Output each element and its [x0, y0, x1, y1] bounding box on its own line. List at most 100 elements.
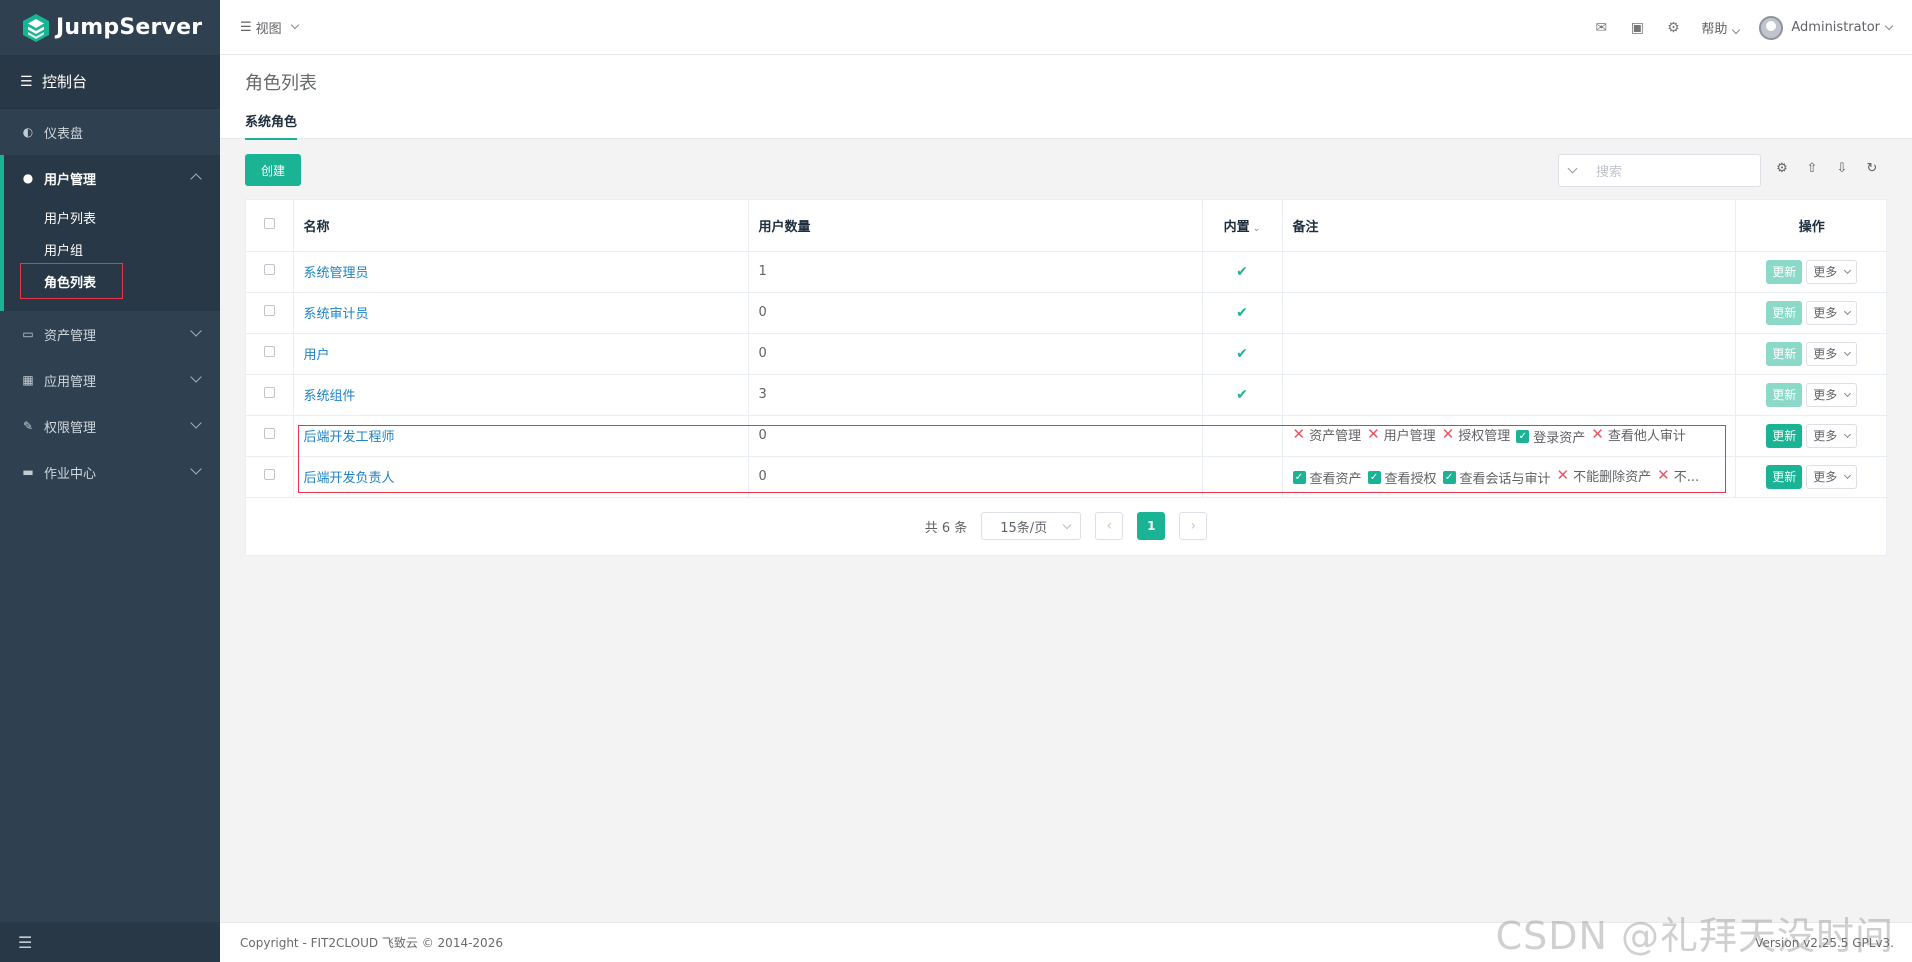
watermark: CSDN @礼拜天没时间 [1495, 914, 1894, 958]
download-icon[interactable]: ⇩ [1834, 160, 1850, 176]
sidebar-item-user-management[interactable]: ● 用户管理 [4, 155, 220, 201]
highlight-box-role-list [20, 263, 123, 299]
role-name-cell: 系统审计员 [293, 292, 749, 334]
role-name-cell: 用户 [293, 333, 749, 375]
table-row: 系统审计员 0 ✔ 更新 更多 [246, 292, 1888, 334]
more-label: 更多 [1813, 347, 1838, 361]
logo[interactable]: JumpServer [0, 0, 220, 55]
update-button[interactable]: 更新 [1766, 300, 1803, 325]
check-icon: ✔ [1236, 263, 1248, 280]
users-icon: ● [22, 171, 34, 185]
select-all-checkbox[interactable] [263, 217, 275, 229]
gear-icon[interactable]: ⚙ [1665, 20, 1681, 36]
role-name-link[interactable]: 系统管理员 [304, 266, 369, 281]
next-page-button[interactable]: › [1179, 512, 1208, 540]
page-size-value: 15条/页 [1000, 520, 1048, 536]
row-checkbox-cell [246, 251, 294, 293]
refresh-icon[interactable]: ↻ [1864, 160, 1880, 176]
more-dropdown[interactable]: 更多 [1806, 423, 1858, 448]
row-checkbox[interactable] [263, 469, 275, 480]
avatar [1759, 15, 1784, 40]
sidebar-subitem-user-group[interactable]: 用户组 [4, 233, 220, 265]
sidebar-item-permissions[interactable]: ✎ 权限管理 [0, 403, 220, 449]
column-header-name[interactable]: 名称 [293, 200, 749, 252]
more-label: 更多 [1813, 265, 1838, 279]
sliders-icon: ☰ [20, 73, 33, 90]
check-icon: ✔ [1236, 304, 1248, 321]
user-count-cell: 1 [748, 251, 1203, 293]
row-checkbox[interactable] [263, 264, 275, 275]
column-header-actions: 操作 [1735, 200, 1888, 252]
prev-page-button[interactable]: ‹ [1095, 512, 1124, 540]
actions-cell: 更新 更多 [1735, 292, 1888, 334]
sidebar-item-jobs[interactable]: ▬ 作业中心 [0, 449, 220, 495]
update-button[interactable]: 更新 [1766, 259, 1803, 284]
role-name-link[interactable]: 用户 [304, 348, 330, 363]
chevron-up-icon [190, 173, 202, 185]
chevron-down-icon [190, 325, 202, 337]
chevron-down-icon [190, 463, 202, 475]
more-dropdown[interactable]: 更多 [1806, 259, 1858, 284]
console-switch[interactable]: ☰ 控制台 [0, 55, 220, 109]
update-button[interactable]: 更新 [1766, 464, 1803, 489]
help-menu[interactable]: 帮助 [1701, 18, 1741, 37]
more-dropdown[interactable]: 更多 [1806, 341, 1858, 366]
sidebar-item-label: 资产管理 [44, 328, 97, 344]
chevron-down-icon [1884, 21, 1894, 30]
row-checkbox-cell [246, 292, 294, 334]
chevron-down-icon [1844, 266, 1852, 274]
user-menu[interactable]: Administrator [1759, 15, 1894, 40]
actions-cell: 更新 更多 [1735, 456, 1888, 498]
sidebar-item-assets[interactable]: ▭ 资产管理 [0, 311, 220, 357]
row-checkbox[interactable] [263, 428, 275, 439]
builtin-cell: ✔ [1202, 251, 1283, 293]
row-checkbox[interactable] [263, 305, 275, 316]
check-icon: ✔ [1236, 345, 1248, 362]
roles-table: 名称 用户数量 内置 ⌄ 备注 操作 系统管理员 1 ✔ 更新 更多 系统审计员 … [245, 199, 1888, 556]
role-name-cell: 系统管理员 [293, 251, 749, 293]
update-button[interactable]: 更新 [1766, 382, 1803, 407]
more-dropdown[interactable]: 更多 [1806, 382, 1858, 407]
select-all-checkbox-cell [246, 200, 294, 252]
row-checkbox[interactable] [263, 346, 275, 357]
highlight-box-custom-roles [298, 425, 1726, 493]
terminal-icon[interactable]: ▣ [1629, 20, 1645, 36]
page-number-current[interactable]: 1 [1137, 512, 1166, 540]
page-size-select[interactable]: 15条/页 [981, 512, 1082, 540]
app-name: JumpServer [56, 15, 203, 40]
comment-cell [1282, 374, 1736, 416]
dashboard-icon: ◐ [22, 125, 34, 139]
create-button[interactable]: 创建 [245, 154, 301, 186]
update-button[interactable]: 更新 [1766, 341, 1803, 366]
more-label: 更多 [1813, 388, 1838, 402]
mail-icon[interactable]: ✉ [1593, 20, 1609, 36]
gear-icon[interactable]: ⚙ [1774, 160, 1790, 176]
console-label: 控制台 [42, 73, 88, 91]
sidebar-subitem-user-list[interactable]: 用户列表 [4, 201, 220, 233]
role-name-link[interactable]: 系统组件 [304, 389, 356, 404]
more-dropdown[interactable]: 更多 [1806, 300, 1858, 325]
more-dropdown[interactable]: 更多 [1806, 464, 1858, 489]
column-header-comment: 备注 [1282, 200, 1736, 252]
sidebar-item-dashboard[interactable]: ◐ 仪表盘 [0, 109, 220, 155]
jumpserver-logo-icon [23, 13, 49, 42]
search-input[interactable]: 搜索 [1558, 154, 1761, 187]
row-checkbox-cell [246, 456, 294, 498]
tab-system-roles[interactable]: 系统角色 [245, 111, 298, 140]
column-header-user-count: 用户数量 [748, 200, 1203, 252]
sidebar: JumpServer ☰ 控制台 ◐ 仪表盘 ● 用户管理 用户列表 用户组 角… [0, 0, 220, 962]
row-checkbox-cell [246, 415, 294, 457]
update-button[interactable]: 更新 [1766, 423, 1803, 448]
sidebar-item-applications[interactable]: ▦ 应用管理 [0, 357, 220, 403]
column-header-builtin[interactable]: 内置 ⌄ [1202, 200, 1283, 252]
role-name-link[interactable]: 系统审计员 [304, 307, 369, 322]
view-label: 视图 [255, 21, 282, 37]
sidebar-collapse-button[interactable]: ☰ [0, 922, 220, 962]
row-checkbox[interactable] [263, 387, 275, 398]
table-row: 系统管理员 1 ✔ 更新 更多 [246, 251, 1888, 293]
row-checkbox-cell [246, 374, 294, 416]
upload-icon[interactable]: ⇧ [1804, 160, 1820, 176]
chevron-down-icon [1844, 471, 1852, 479]
view-menu[interactable]: ☰ 视图 [240, 18, 299, 37]
search-placeholder: 搜索 [1596, 165, 1623, 180]
